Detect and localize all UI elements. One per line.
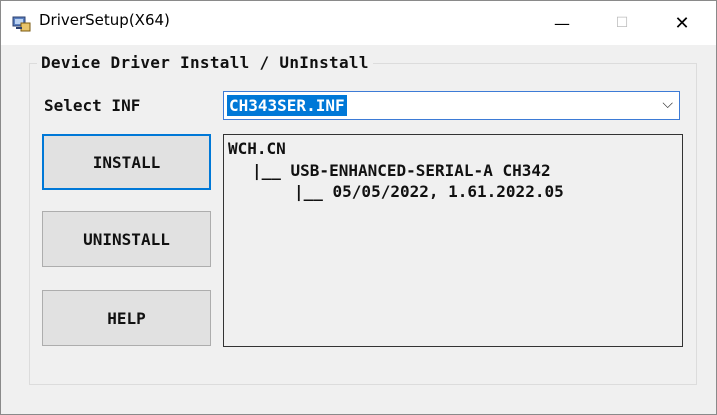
driver-device: |__ USB-ENHANCED-SERIAL-A CH342: [252, 161, 551, 180]
driver-setup-window: DriverSetup(X64) — ☐ ✕ Device Driver Ins…: [0, 0, 717, 415]
driver-info-panel: WCH.CN |__ USB-ENHANCED-SERIAL-A CH342 |…: [223, 134, 683, 347]
install-button[interactable]: INSTALL: [42, 134, 211, 190]
maximize-button[interactable]: ☐: [592, 1, 652, 45]
driver-vendor: WCH.CN: [228, 139, 286, 158]
minimize-button[interactable]: —: [532, 1, 592, 45]
driver-version: |__ 05/05/2022, 1.61.2022.05: [294, 182, 564, 201]
window-title: DriverSetup(X64): [39, 11, 170, 29]
app-icon: [12, 16, 31, 32]
uninstall-button[interactable]: UNINSTALL: [42, 211, 211, 267]
close-button[interactable]: ✕: [652, 1, 712, 45]
title-bar[interactable]: DriverSetup(X64) — ☐ ✕: [1, 1, 716, 45]
inf-select-dropdown[interactable]: CH343SER.INF ⌵: [223, 91, 680, 120]
chevron-down-icon[interactable]: ⌵: [662, 96, 673, 112]
select-inf-label: Select INF: [44, 96, 141, 115]
inf-select-value[interactable]: CH343SER.INF: [227, 95, 347, 116]
help-button[interactable]: HELP: [42, 290, 211, 346]
group-title: Device Driver Install / UnInstall: [37, 53, 373, 72]
